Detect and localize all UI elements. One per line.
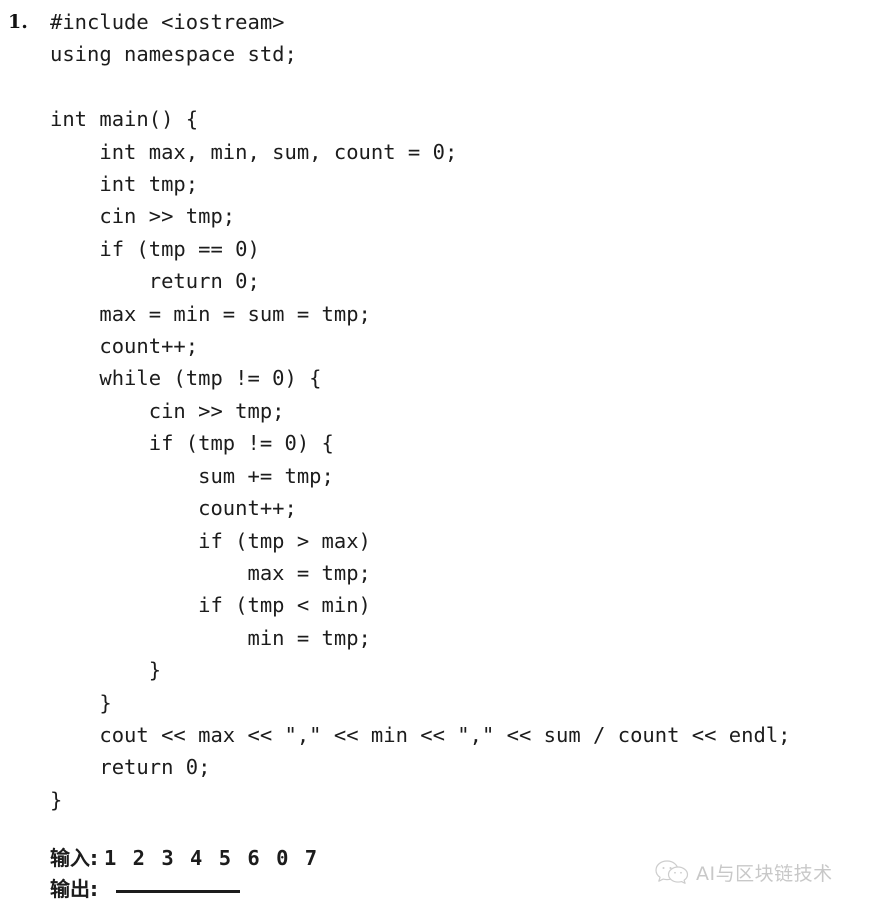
wechat-icon xyxy=(655,858,689,886)
output-answer-blank[interactable] xyxy=(116,890,240,893)
code-listing: #include <iostream> using namespace std;… xyxy=(50,10,791,812)
input-value: 1 2 3 4 5 6 0 7 xyxy=(104,846,320,870)
watermark: AI与区块链技术 xyxy=(655,858,833,886)
question-number: 1. xyxy=(8,11,28,33)
watermark-label: AI与区块链技术 xyxy=(696,862,833,885)
output-row: 输出: xyxy=(50,874,319,905)
input-label: 输入: xyxy=(50,846,98,870)
io-block: 输入: 1 2 3 4 5 6 0 7 输出: xyxy=(50,843,319,905)
input-row: 输入: 1 2 3 4 5 6 0 7 xyxy=(50,843,319,874)
output-label: 输出: xyxy=(50,877,98,901)
